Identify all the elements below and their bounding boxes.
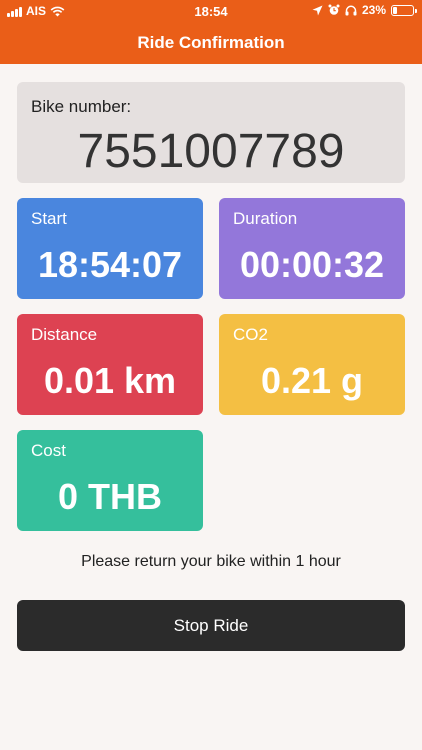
distance-tile: Distance 0.01 km [17, 314, 203, 415]
alarm-clock-icon [328, 4, 340, 15]
cost-tile: Cost 0 THB [17, 430, 203, 531]
headphones-icon [345, 5, 357, 15]
duration-label: Duration [233, 209, 298, 228]
bike-number-card: Bike number: 7551007789 [17, 82, 405, 183]
co2-tile: CO2 0.21 g [219, 314, 405, 415]
return-notice: Please return your bike within 1 hour [81, 553, 341, 570]
start-label: Start [31, 209, 67, 228]
page-title: Ride Confirmation [137, 33, 285, 52]
co2-value: 0.21 g [260, 360, 364, 401]
stop-ride-button[interactable]: Stop Ride [17, 600, 405, 651]
cost-value: 0 THB [57, 476, 162, 517]
battery-percent: 23% [361, 3, 386, 17]
status-bar: AIS 18:54 23% [0, 0, 422, 22]
battery-icon [391, 4, 417, 16]
start-value: 18:54:07 [37, 244, 183, 285]
duration-value: 00:00:32 [239, 244, 385, 285]
status-right: 23% [312, 3, 417, 17]
navigation-bar: AIS 18:54 23% Ride Confirmation [0, 0, 422, 64]
duration-tile: Duration 00:00:32 [219, 198, 405, 299]
location-arrow-icon [312, 5, 323, 15]
distance-value: 0.01 km [43, 360, 177, 401]
bike-number-label: Bike number: [31, 97, 132, 116]
start-tile: Start 18:54:07 [17, 198, 203, 299]
distance-label: Distance [31, 325, 98, 344]
bike-number-value: 7551007789 [77, 125, 345, 178]
co2-label: CO2 [233, 325, 268, 344]
cost-label: Cost [31, 441, 66, 460]
